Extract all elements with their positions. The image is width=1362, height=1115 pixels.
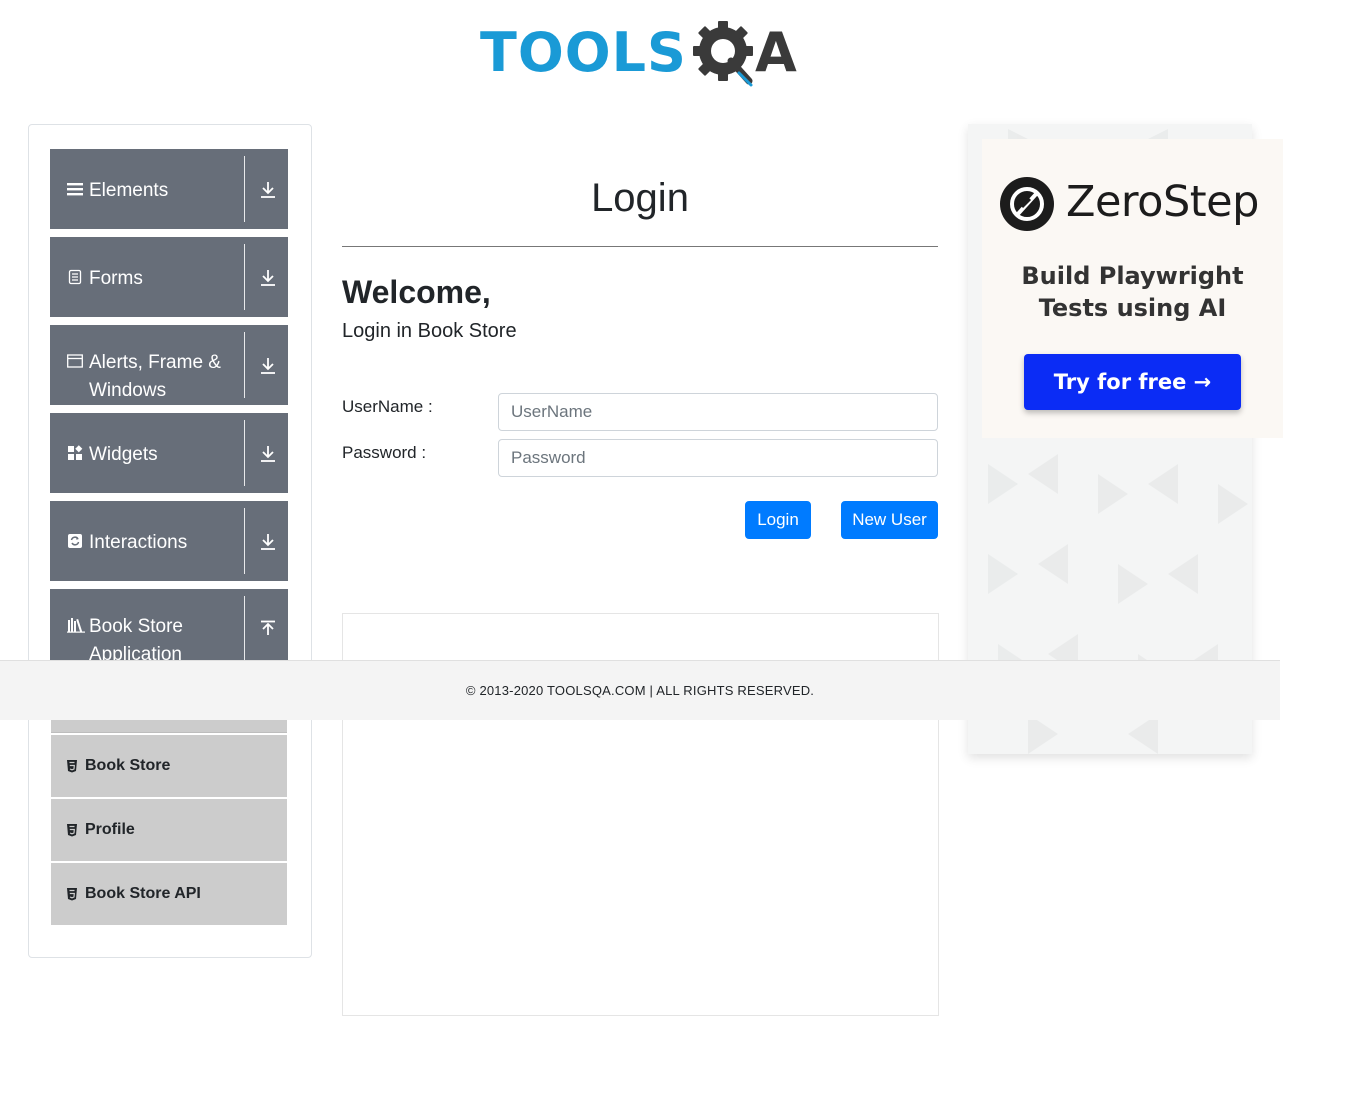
group-divider	[244, 508, 245, 574]
sub-item-label: Profile	[85, 821, 135, 838]
download-arrow-icon[interactable]	[259, 532, 277, 552]
logo-text-tools: TOOLS	[480, 21, 687, 84]
bookshelf-icon	[67, 617, 85, 633]
html5-shield-icon	[65, 823, 79, 837]
login-subtitle: Login in Book Store	[342, 320, 517, 342]
logo-text-a: A	[754, 21, 797, 84]
sidebar-group-alerts-frame-windows[interactable]: Alerts, Frame & Windows	[50, 325, 288, 405]
sidebar-group-interactions[interactable]: Interactions	[50, 501, 288, 581]
password-label: Password :	[342, 443, 427, 462]
sidebar-group-elements[interactable]: Elements	[50, 149, 288, 229]
widgets-icon	[67, 445, 83, 461]
sidebar-group-widgets[interactable]: Widgets	[50, 413, 288, 493]
footer: © 2013-2020 TOOLSQA.COM | ALL RIGHTS RES…	[0, 660, 1280, 720]
group-divider	[244, 244, 245, 310]
ad-tagline-line1: Build Playwright	[1021, 262, 1244, 290]
hamburger-icon	[67, 181, 83, 197]
footer-copyright: © 2013-2020 TOOLSQA.COM | ALL RIGHTS RES…	[465, 683, 815, 698]
toolsqa-logo[interactable]: TOOLS A	[480, 14, 804, 92]
zerostep-logo-icon	[1000, 177, 1054, 231]
title-divider	[342, 246, 938, 247]
sidebar-group-label: Book Store Application	[89, 616, 183, 661]
document-icon	[67, 269, 83, 285]
sub-item-book-store[interactable]: Book Store	[51, 735, 287, 797]
sidebar-group-label: Elements	[89, 180, 169, 201]
sidebar-group-book-store-application[interactable]: Book Store Application	[50, 589, 288, 661]
html5-shield-icon	[65, 759, 79, 773]
html5-shield-icon	[65, 887, 79, 901]
sub-item-label: Book Store	[85, 757, 171, 774]
new-user-button[interactable]: New User	[841, 501, 938, 539]
sidebar-group-label: Forms	[89, 268, 143, 289]
try-for-free-button[interactable]: Try for free →	[1024, 354, 1241, 410]
sub-item-login[interactable]	[51, 719, 287, 733]
upload-arrow-icon[interactable]	[259, 620, 277, 640]
ad-brand: ZeroStep	[1066, 177, 1259, 227]
sub-item-profile[interactable]: Profile	[51, 799, 287, 861]
group-divider	[244, 596, 245, 661]
window-icon	[67, 353, 83, 369]
download-arrow-icon[interactable]	[259, 180, 277, 200]
group-divider	[244, 420, 245, 486]
sidebar-group-label: Alerts, Frame & Windows	[89, 352, 221, 401]
welcome-heading: Welcome,	[342, 274, 491, 310]
download-arrow-icon[interactable]	[259, 356, 277, 376]
gear-icon	[689, 17, 761, 89]
sidebar-group-label: Interactions	[89, 532, 188, 553]
page-title: Login	[591, 176, 689, 220]
download-arrow-icon[interactable]	[259, 444, 277, 464]
sub-item-label: Book Store API	[85, 885, 201, 902]
group-divider	[244, 156, 245, 222]
sidebar-group-forms[interactable]: Forms	[50, 237, 288, 317]
group-divider	[244, 332, 245, 398]
password-input[interactable]	[498, 439, 938, 477]
sub-item-book-store-api[interactable]: Book Store API	[51, 863, 287, 925]
download-arrow-icon[interactable]	[259, 268, 277, 288]
username-input[interactable]	[498, 393, 938, 431]
ad-card[interactable]: ZeroStep Build Playwright Tests using AI…	[982, 139, 1283, 438]
username-label: UserName :	[342, 397, 433, 416]
sidebar-group-label: Widgets	[89, 444, 158, 465]
ad-tagline-line2: Tests using AI	[1038, 294, 1227, 322]
ad-tagline: Build Playwright Tests using AI	[982, 260, 1283, 324]
login-button[interactable]: Login	[745, 501, 811, 539]
interactions-icon	[67, 533, 83, 549]
left-panel: Elements Forms Alerts, Frame & Windows W…	[28, 124, 312, 958]
